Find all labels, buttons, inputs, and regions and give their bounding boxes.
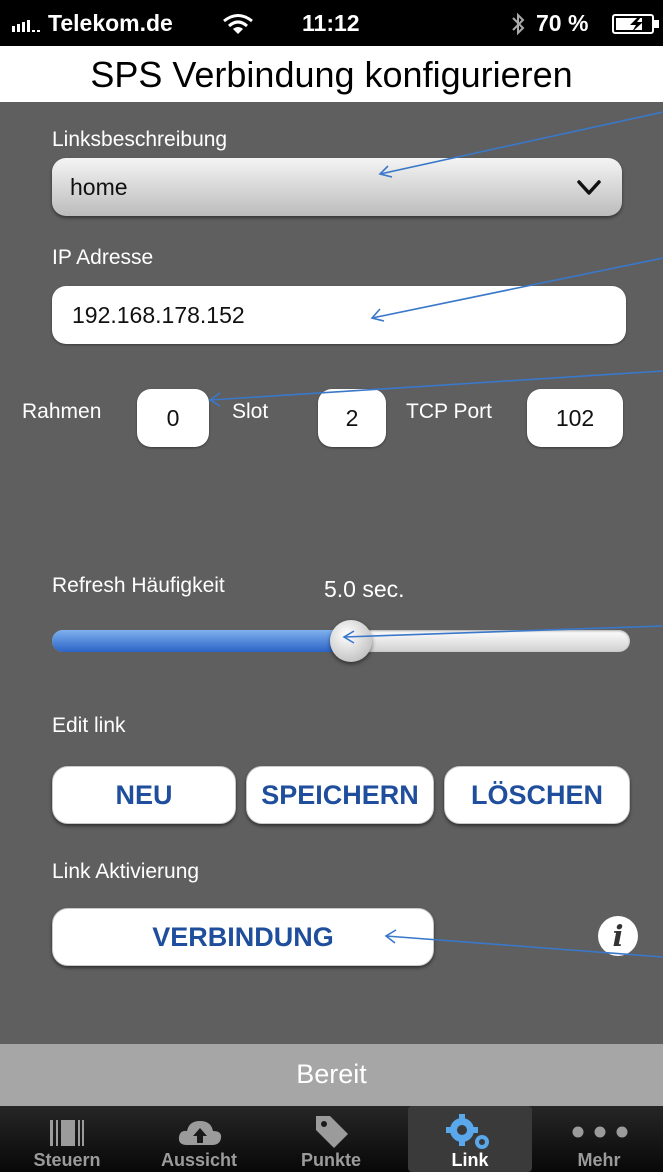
- slot-label: Slot: [232, 400, 269, 423]
- link-description-value: home: [70, 174, 128, 200]
- rack-input[interactable]: 0: [137, 389, 209, 447]
- link-description-select[interactable]: home: [52, 158, 622, 216]
- tab-label: Steuern: [33, 1150, 101, 1170]
- tab-punkte[interactable]: Punkte: [266, 1106, 396, 1172]
- connect-button[interactable]: VERBINDUNG: [52, 908, 434, 966]
- gears-icon: [446, 1114, 489, 1149]
- save-button[interactable]: SPEICHERN: [246, 766, 434, 824]
- title-bar: SPS Verbindung konfigurieren: [0, 46, 663, 102]
- annotation-arrowhead: [208, 392, 221, 407]
- tab-aussicht[interactable]: Aussicht: [134, 1106, 264, 1172]
- tab-label: Link: [451, 1150, 489, 1170]
- link-activation-label: Link Aktivierung: [52, 860, 200, 883]
- tab-mehr[interactable]: Mehr: [534, 1106, 663, 1172]
- refresh-label: Refresh Häufigkeit: [52, 574, 225, 597]
- more-dots-icon: [572, 1126, 628, 1138]
- wifi-icon: [223, 14, 253, 34]
- refresh-value: 5.0 sec.: [324, 576, 405, 602]
- status-text: Bereit: [296, 1059, 367, 1089]
- tag-icon: [316, 1116, 348, 1148]
- slot-input[interactable]: 2: [318, 389, 386, 447]
- tcp-port-input[interactable]: 102: [527, 389, 623, 447]
- page-title: SPS Verbindung konfigurieren: [90, 54, 573, 95]
- status-line: Bereit: [0, 1044, 663, 1106]
- ip-address-input[interactable]: 192.168.178.152: [52, 286, 626, 344]
- battery-percent: 70 %: [536, 10, 589, 36]
- cloud-upload-icon: [178, 1121, 222, 1145]
- delete-button[interactable]: LÖSCHEN: [444, 766, 630, 824]
- tab-label: Punkte: [300, 1150, 361, 1170]
- link-description-label: Linksbeschreibung: [52, 128, 228, 151]
- new-button[interactable]: NEU: [52, 766, 236, 824]
- signal-icon: [12, 20, 40, 32]
- rack-label: Rahmen: [22, 400, 102, 423]
- chevron-down-icon: [577, 180, 601, 195]
- tab-bar: Steuern Aussicht Punkte Link Mehr: [0, 1106, 663, 1172]
- refresh-slider-thumb[interactable]: [330, 620, 372, 662]
- tab-label: Mehr: [577, 1150, 621, 1170]
- ip-address-label: IP Adresse: [52, 246, 154, 269]
- info-icon[interactable]: i: [598, 916, 638, 956]
- status-bar: Telekom.de 11:12 70 %: [0, 0, 663, 46]
- battery-icon: [612, 14, 659, 34]
- info-glyph: i: [612, 919, 624, 953]
- edit-link-label: Edit link: [52, 714, 126, 737]
- clock-time: 11:12: [302, 10, 360, 36]
- bluetooth-icon: [512, 12, 525, 36]
- barcode-icon: [50, 1120, 84, 1146]
- refresh-slider-fill: [52, 630, 341, 652]
- tab-label: Aussicht: [160, 1150, 238, 1170]
- tab-link[interactable]: Link: [408, 1106, 532, 1172]
- tab-steuern[interactable]: Steuern: [2, 1106, 132, 1172]
- carrier-name: Telekom.de: [48, 10, 173, 36]
- tcp-port-label: TCP Port: [406, 400, 492, 423]
